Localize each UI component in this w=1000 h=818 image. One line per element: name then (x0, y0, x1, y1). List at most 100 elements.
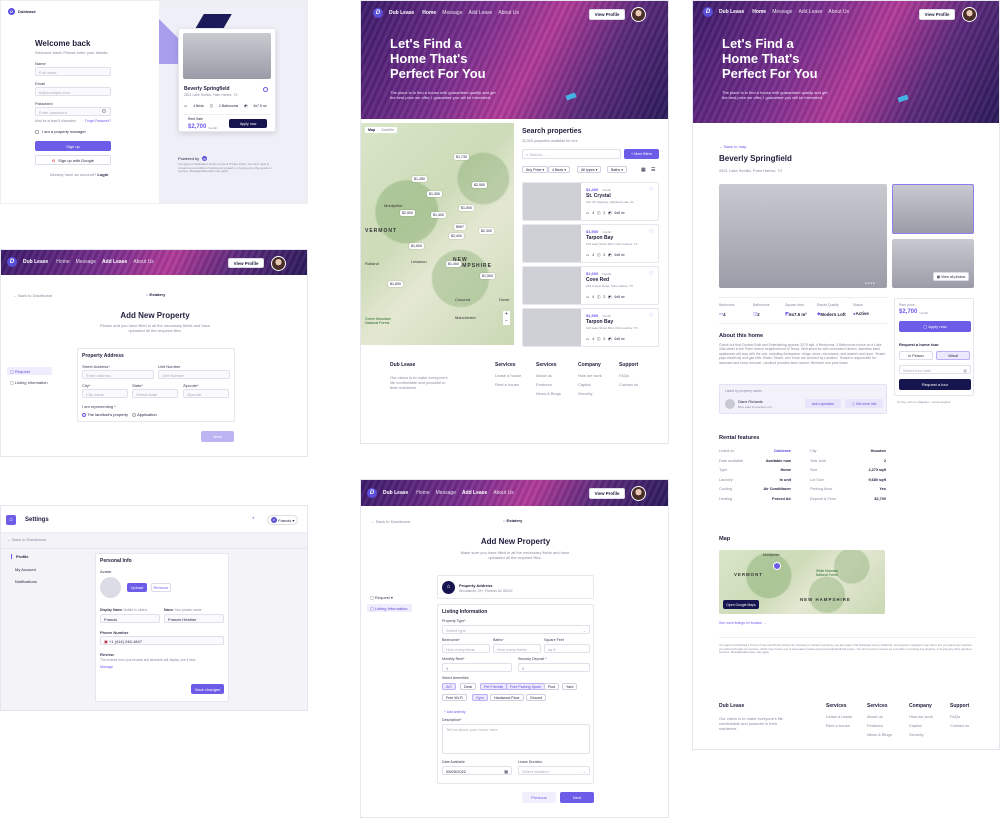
nav-home[interactable]: Home (752, 9, 766, 15)
footer-link[interactable]: News & Blogs (867, 732, 892, 737)
radio-icon[interactable] (132, 412, 136, 417)
price-pin[interactable]: $1,500 (459, 205, 474, 211)
price-pin[interactable]: $1,280 (412, 176, 427, 182)
view-profile-button[interactable]: View Profile (589, 488, 625, 499)
footer-link[interactable]: Contact us (619, 382, 638, 387)
footer-link[interactable]: About us (536, 373, 561, 378)
next-button[interactable]: Next (560, 792, 594, 803)
price-pin[interactable]: $1,500 (480, 273, 495, 279)
email-input[interactable]: hi@example.com (35, 87, 111, 96)
price-pin[interactable]: $2,550 (472, 182, 487, 188)
back-link[interactable]: ← Back to Dashboard (7, 537, 46, 542)
apply-now-button[interactable]: Apply now (229, 119, 267, 128)
listing-card[interactable]: $1,500/month Tarpon Bay 103 Lake Shore Blv… (522, 308, 659, 347)
more-filters-button[interactable]: + More filters (624, 149, 659, 159)
sidebar-item-account[interactable]: My Account (15, 567, 36, 572)
ask-question-button[interactable]: Ask a question (805, 399, 841, 408)
signup-button[interactable]: Sign up (35, 141, 111, 151)
view-profile-button[interactable]: View Profile (589, 9, 625, 20)
radio-landlord[interactable]: The landlord's property (82, 412, 128, 417)
in-person-button[interactable]: In Person (899, 351, 933, 360)
location-pin-icon[interactable] (773, 562, 781, 570)
amenity-chip[interactable]: Free Parking Spots (506, 683, 545, 690)
next-button[interactable]: Next (201, 431, 234, 442)
request-tour-button[interactable]: Request a tour (899, 379, 971, 390)
avatar[interactable] (631, 486, 646, 501)
tour-date-select[interactable]: Select tour date ▦ (899, 365, 971, 374)
remove-button[interactable]: Remove (151, 583, 171, 592)
previous-button[interactable]: Previous (522, 792, 556, 803)
heart-icon[interactable]: ♡ (649, 187, 653, 193)
listing-image[interactable] (523, 267, 581, 304)
date-input[interactable]: 05/05/2022 ▦ (442, 766, 512, 775)
amenity-chip[interactable]: Deck (460, 683, 477, 690)
calendar-icon[interactable]: ▦ (963, 368, 967, 373)
brand-logo-icon[interactable]: D (367, 488, 377, 498)
radio-icon[interactable] (82, 412, 86, 417)
nav-message[interactable]: Message (772, 9, 792, 15)
sidebar-item-request[interactable]: ▢ Request (7, 367, 52, 375)
checkbox-icon[interactable] (35, 129, 39, 134)
nav-about[interactable]: About Us (133, 259, 154, 265)
eye-icon[interactable] (102, 109, 106, 113)
price-pin[interactable]: $1,350 (427, 191, 442, 197)
nav-message[interactable]: Message (436, 490, 456, 496)
street-input[interactable]: Enter address (82, 370, 154, 379)
bell-icon[interactable]: ◔ (251, 516, 255, 522)
sidebar-item-notifications[interactable]: Notifications (15, 579, 37, 584)
save-changes-button[interactable]: Save changes (191, 684, 224, 694)
map-view[interactable] (361, 123, 514, 345)
more-info-button[interactable]: ⓘ Get more info (845, 399, 883, 408)
nav-add-lease[interactable]: Add Lease (102, 259, 127, 265)
footer-link[interactable]: About us (867, 714, 892, 719)
address-summary[interactable]: ⌂ Property Address Woodlands, OH, Phoeni… (437, 575, 594, 599)
heart-icon[interactable]: ♡ (649, 313, 653, 319)
amenity-chip[interactable]: Pool (544, 683, 560, 690)
footer-link[interactable]: Contact us (950, 723, 969, 728)
brand-name[interactable]: Dub Lease (719, 9, 744, 15)
virtual-button[interactable]: Virtual (936, 351, 970, 360)
state-select[interactable]: Select state (132, 389, 178, 398)
amenity-chip[interactable]: Gym (472, 694, 488, 701)
footer-link[interactable]: News & Blogs (536, 391, 561, 396)
price-pin[interactable]: $2,500 (400, 210, 415, 216)
heart-icon[interactable]: ♡ (649, 229, 653, 235)
google-signup-button[interactable]: G Sign up with Google (35, 155, 111, 165)
nav-about[interactable]: About Us (493, 490, 514, 496)
password-input[interactable]: Enter password (35, 107, 111, 116)
listing-image[interactable] (523, 183, 581, 220)
footer-link[interactable]: How we work (578, 373, 602, 378)
brand-name[interactable]: Dub Lease (389, 10, 414, 16)
lease-select[interactable]: Select duration ⌄ (518, 766, 590, 775)
amenity-chip[interactable]: Hardwood Floor (490, 694, 524, 701)
listing-card[interactable]: $2,400/month St. Crystal 210 US Highway, H… (522, 182, 659, 221)
price-pin[interactable]: $2,300 (479, 228, 494, 234)
forgot-password-link[interactable]: Forgot Password? (85, 119, 111, 123)
manager-checkbox[interactable]: I am a property manager (35, 129, 86, 134)
zip-input[interactable]: Zipcode (183, 389, 229, 398)
nav-about[interactable]: About Us (498, 10, 519, 16)
amenity-chip[interactable]: Yard (562, 683, 578, 690)
amenity-chip[interactable]: A/C (442, 683, 456, 690)
back-to-map-link[interactable]: ← Back to map (719, 144, 746, 149)
thumb-photo-1[interactable] (892, 184, 974, 234)
bedrooms-select[interactable]: How many beds (442, 644, 490, 653)
price-pin[interactable]: $1,600 (409, 243, 424, 249)
brand-name[interactable]: Dub Lease (23, 259, 48, 265)
view-profile-button[interactable]: View Profile (919, 9, 955, 20)
unit-input[interactable]: Unit Number (158, 370, 230, 379)
nav-add-lease[interactable]: Add Lease (799, 9, 823, 15)
amenity-chip[interactable]: Ground (526, 694, 546, 701)
price-pin[interactable]: $2,400 (449, 233, 464, 239)
description-textarea[interactable]: Tell us about your home here (442, 724, 590, 754)
sidebar-item-listing[interactable]: ▢ Listing Information (7, 378, 52, 386)
nav-message[interactable]: Message (76, 259, 96, 265)
price-pin[interactable]: $1,400 (446, 261, 461, 267)
price-pin[interactable]: $967 (454, 224, 466, 230)
footer-link[interactable]: Security (578, 391, 602, 396)
sqft-input[interactable]: sq ft (544, 644, 590, 653)
list-view-icon[interactable]: ☰ (651, 167, 655, 173)
main-photo[interactable] (719, 184, 887, 288)
upload-button[interactable]: Upload (127, 583, 147, 592)
listing-card[interactable]: $1,500/month Tarpon Bay 103 Lake Shore Blv… (522, 224, 659, 263)
